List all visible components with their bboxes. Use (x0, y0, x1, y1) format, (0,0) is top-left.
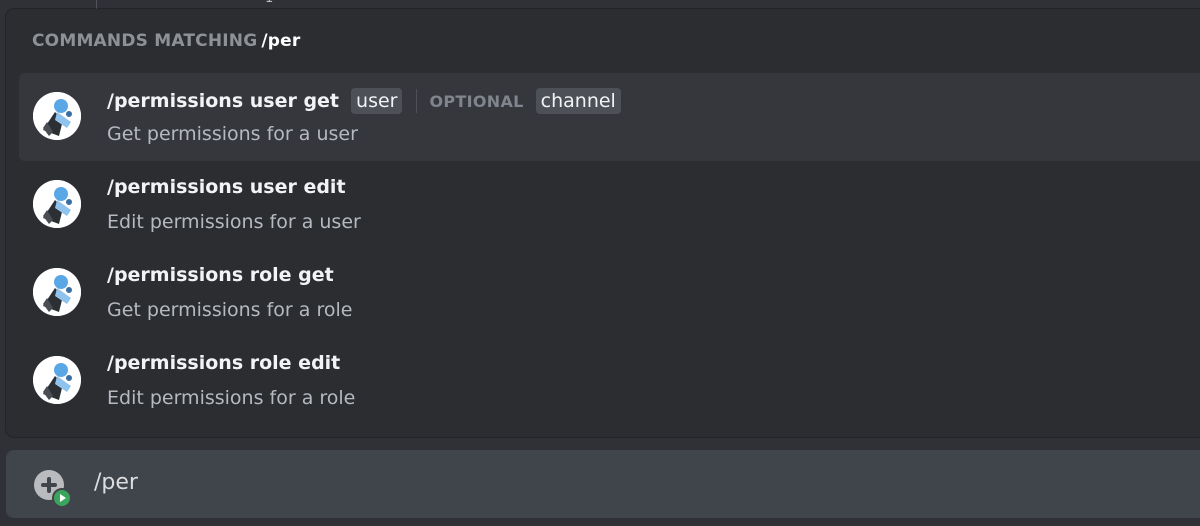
bot-avatar-icon (33, 268, 81, 316)
plus-vertical (47, 477, 51, 493)
command-name: /permissions user get (107, 90, 340, 112)
command-option[interactable]: /permissions user edit Edit permissions … (19, 161, 1200, 249)
bot-avatar-icon (33, 92, 81, 140)
command-title: /permissions user get user OPTIONAL chan… (107, 88, 621, 114)
command-description: Edit permissions for a role (107, 387, 356, 409)
command-option[interactable]: /permissions user get user OPTIONAL chan… (19, 73, 1200, 161)
divider-line (96, 0, 97, 9)
message-input[interactable] (94, 470, 994, 495)
command-title: /permissions role get (107, 264, 334, 286)
command-description: Get permissions for a user (107, 123, 358, 145)
command-name: /permissions role get (107, 264, 334, 286)
bot-avatar-icon (33, 180, 81, 228)
line-number: 1 (265, 0, 273, 6)
command-title: /permissions role edit (107, 352, 340, 374)
command-name: /permissions role edit (107, 352, 341, 374)
popup-header-query: /per (261, 31, 301, 51)
app-window: 1 COMMANDS MATCHING/per /permissions use… (0, 0, 1200, 526)
command-option[interactable]: /permissions role get Get permissions fo… (19, 249, 1200, 337)
optional-label: OPTIONAL (429, 91, 524, 111)
play-badge-icon (52, 488, 72, 508)
param-chip-user: user (351, 88, 403, 114)
popup-header-label: COMMANDS MATCHING (32, 31, 258, 51)
command-name: /permissions user edit (107, 176, 346, 198)
command-description: Edit permissions for a user (107, 211, 361, 233)
command-title: /permissions user edit (107, 176, 346, 198)
command-description: Get permissions for a role (107, 299, 353, 321)
param-separator (416, 89, 418, 113)
popup-header: COMMANDS MATCHING/per (32, 31, 300, 51)
command-autocomplete-popup: COMMANDS MATCHING/per /permissions user … (6, 9, 1200, 437)
bot-avatar-icon (33, 356, 81, 404)
command-option[interactable]: /permissions role edit Edit permissions … (19, 337, 1200, 425)
message-input-bar (6, 450, 1200, 518)
editor-top-strip: 1 (0, 0, 1200, 9)
param-chip-channel: channel (535, 88, 621, 114)
